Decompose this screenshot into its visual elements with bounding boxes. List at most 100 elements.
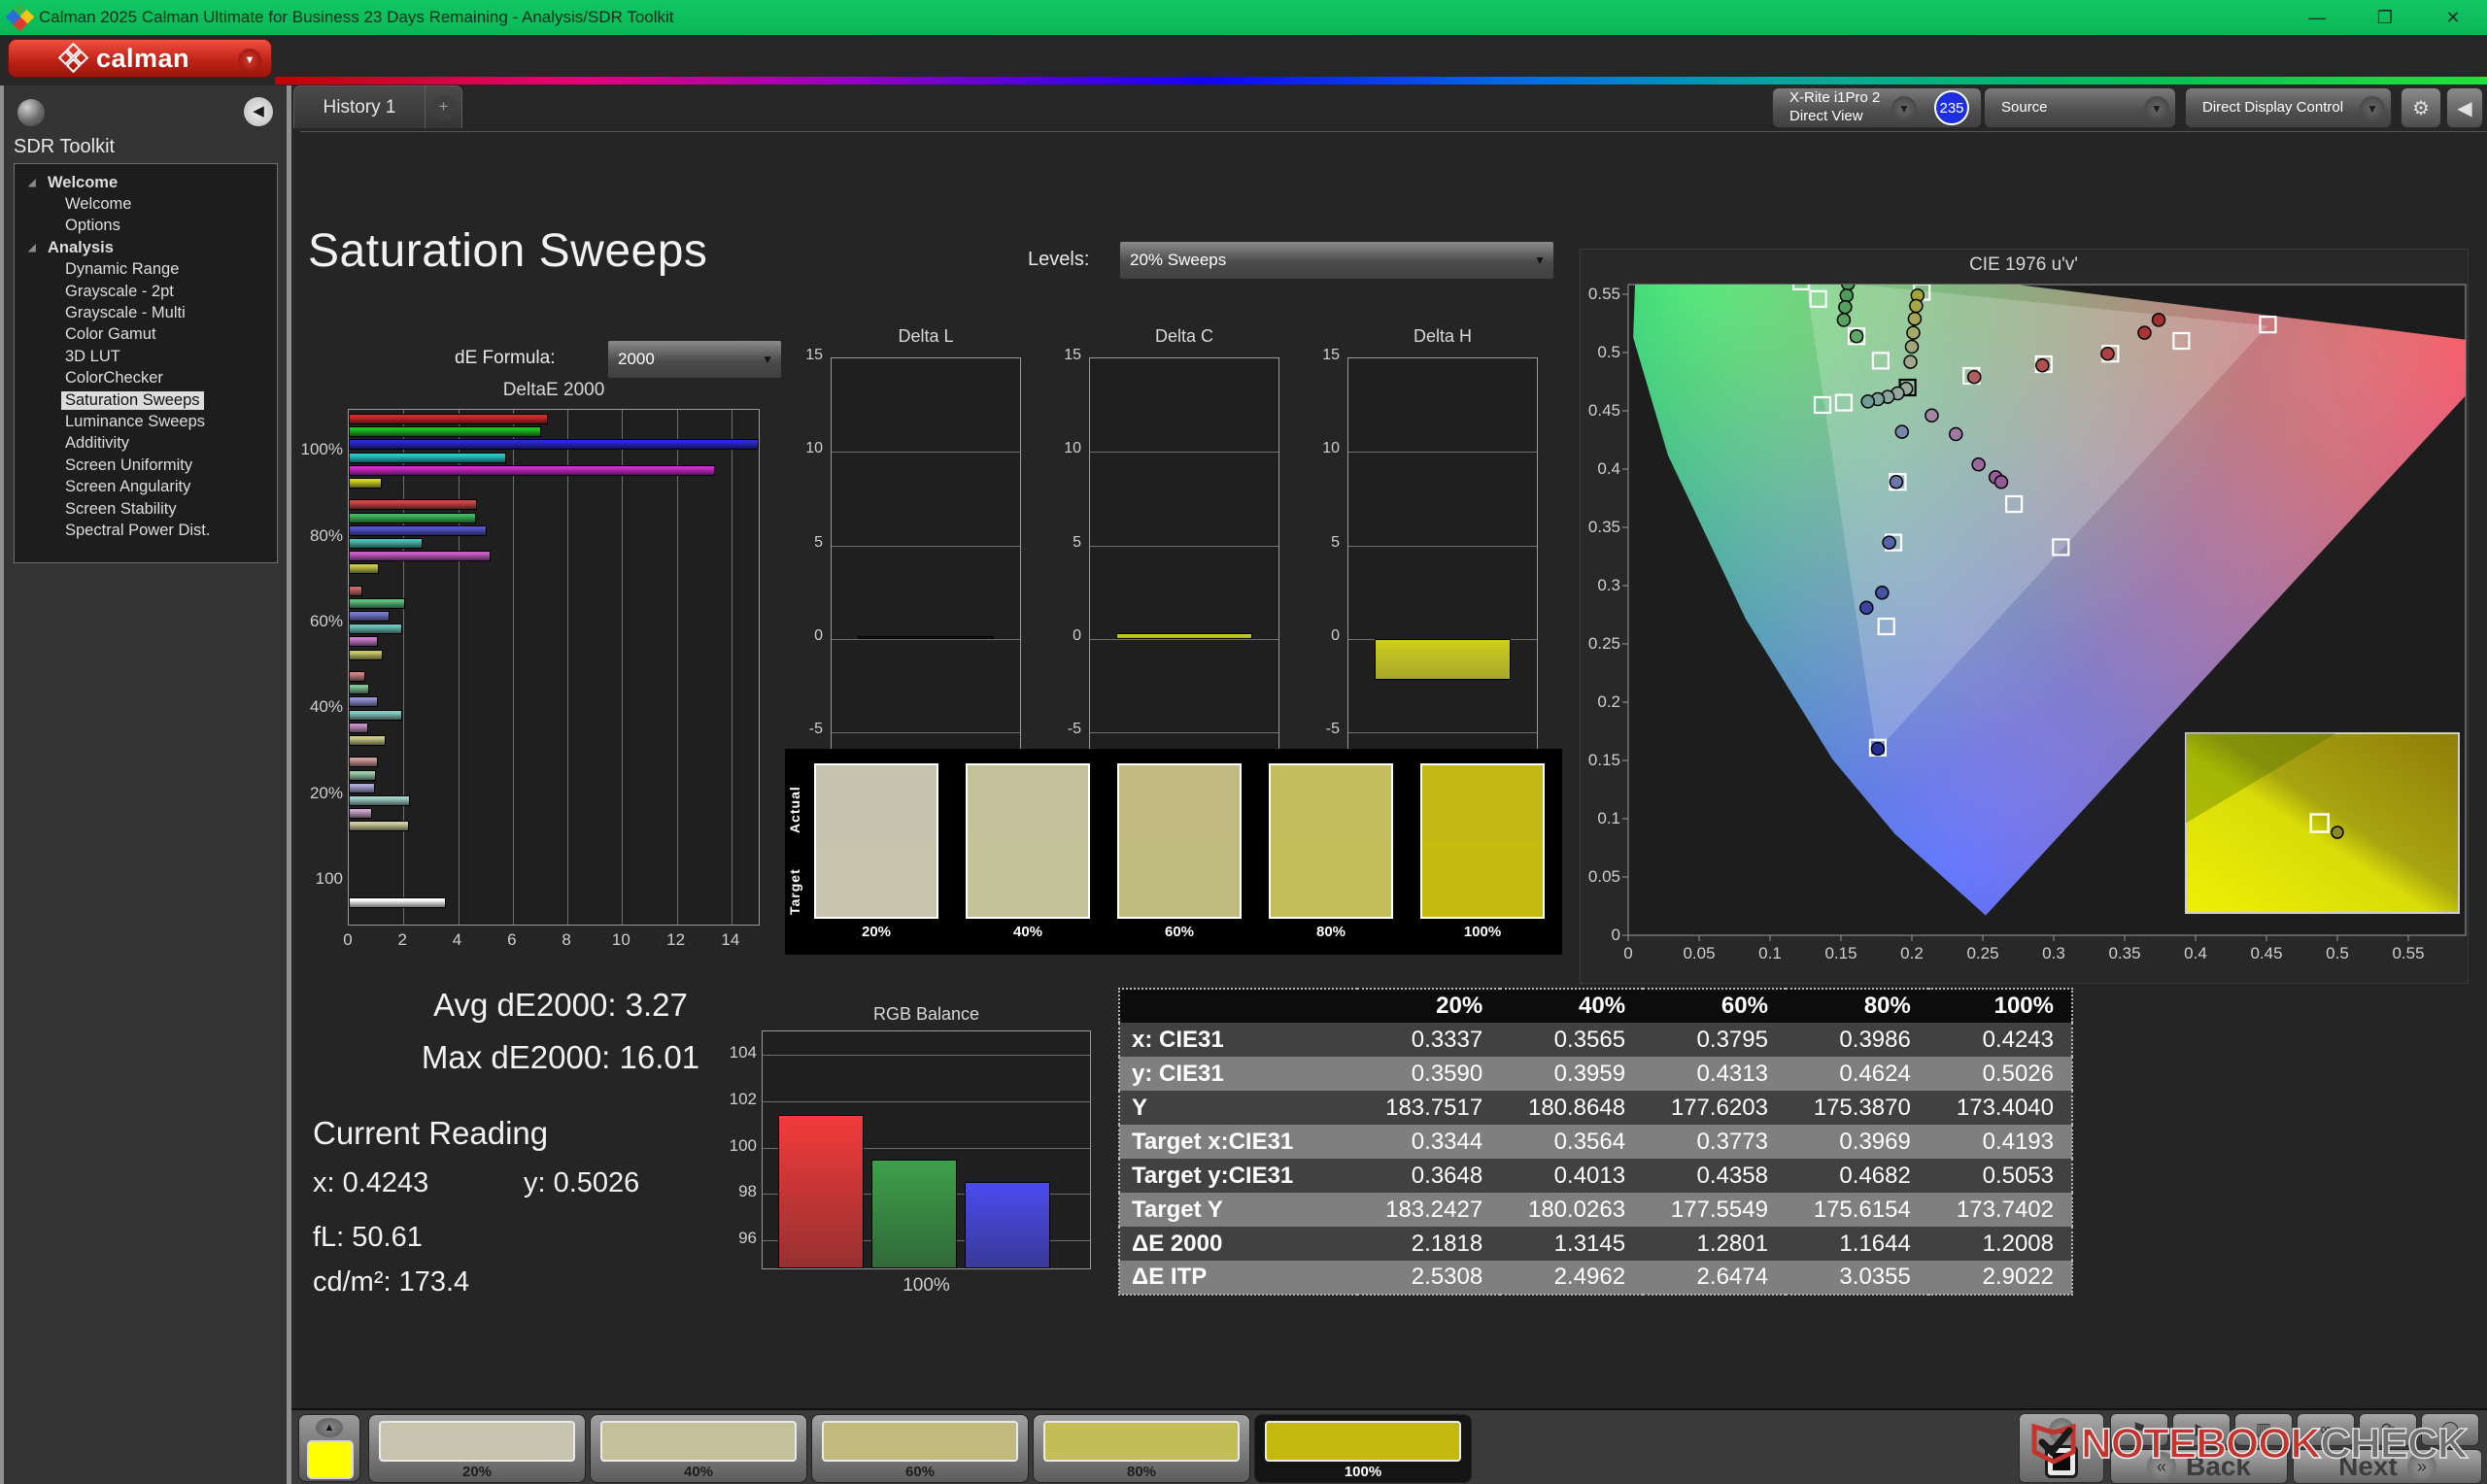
pattern-card-label: 40% [591,1464,806,1480]
sidebar-item-grayscale-multi[interactable]: Grayscale - Multi [15,302,277,323]
de-formula-dropdown[interactable]: 2000 ▼ [607,340,782,379]
sidebar-item-screen-stability[interactable]: Screen Stability [15,498,277,520]
actual-label: Actual [787,766,802,854]
title-bar: Calman 2025 Calman Ultimate for Business… [0,0,2487,35]
deltae-bar [349,735,386,746]
gridline [459,410,460,925]
swatch-target [816,841,937,917]
sidebar-item-additivity[interactable]: Additivity [15,433,277,455]
sidebar-title: SDR Toolkit [14,136,115,158]
rgb-bar-red [778,1115,864,1268]
sidebar-item-screen-uniformity[interactable]: Screen Uniformity [15,455,277,476]
pattern-card-100%[interactable]: 100% [1254,1414,1472,1483]
tree-expand-icon[interactable]: ◢ [28,178,42,188]
sidebar-item-luminance-sweeps[interactable]: Luminance Sweeps [15,411,277,432]
sidebar-item-colorchecker[interactable]: ColorChecker [15,368,277,389]
source-dropdown[interactable]: Source ▼ [1984,87,2176,128]
gridline [832,732,1020,733]
deltae-bar [349,499,477,510]
table-cell: 0.3969 [1786,1125,1928,1159]
y-tick-label: 10 [1046,440,1081,457]
sidebar-collapse-button[interactable]: ◀ [244,97,273,126]
gridline [832,639,1020,640]
table-row: Target Y183.2427180.0263177.5549175.6154… [1119,1193,2072,1227]
table-cell: 0.3590 [1357,1057,1500,1091]
deltae-bar [349,684,369,694]
table-cell: 0.3564 [1500,1125,1643,1159]
pattern-card-60%[interactable]: 60% [811,1414,1029,1483]
levels-dropdown[interactable]: 20% Sweeps ▼ [1119,241,1554,280]
measured-circle-marker [1950,428,1962,441]
deltae-bar [349,586,362,596]
sidebar-item-welcome[interactable]: Welcome [15,193,277,215]
refresh-button[interactable]: ⟳ [2359,1413,2417,1446]
delta-chart-title: Delta L [831,326,1021,347]
pattern-card-80%[interactable]: 80% [1033,1414,1250,1483]
row-label: x: CIE31 [1119,1023,1357,1057]
pattern-window-button[interactable]: ▲ [298,1414,360,1482]
table-cell: 0.4313 [1643,1057,1786,1091]
target-label: Target [787,850,802,933]
next-button[interactable]: Next » [2293,1449,2482,1484]
row-label: y: CIE31 [1119,1057,1357,1091]
sidebar-item-3d-lut[interactable]: 3D LUT [15,346,277,367]
calman-menu-button[interactable]: calman ▼ [8,39,272,78]
deltae-bar [349,723,368,733]
deltae-bar [349,551,491,561]
pattern-card-40%[interactable]: 40% [590,1414,807,1483]
y-tick-label: 98 [720,1182,757,1201]
stop-measure-button[interactable]: ▲ [2019,1413,2104,1483]
y-tick-label: 5 [788,534,823,552]
pattern-card-label: 80% [1034,1464,1249,1480]
back-label: Back [2186,1451,2251,1482]
back-button[interactable]: « Back [2110,1449,2288,1484]
measured-circle-marker [2153,314,2165,326]
svg-text:0.2: 0.2 [1900,944,1924,962]
sidebar: ◀ SDR Toolkit ◢WelcomeWelcomeOptions◢Ana… [0,85,291,1484]
svg-text:0.3: 0.3 [2042,944,2065,962]
x-tick-label: 0 [336,930,359,950]
workflow-tree: ◢WelcomeWelcomeOptions◢AnalysisDynamic R… [14,163,278,563]
svg-text:0.2: 0.2 [1597,692,1620,711]
measured-circle-marker [1968,371,1981,384]
gridline [1090,546,1278,547]
measured-circle-marker [2138,326,2151,339]
deltae-bar [349,598,405,609]
tree-expand-icon[interactable]: ◢ [28,243,42,253]
sidebar-item-dynamic-range[interactable]: Dynamic Range [15,259,277,281]
chart-button[interactable]: ▥ [2234,1413,2293,1446]
display-control-dropdown[interactable]: Direct Display Control ▼ [2185,87,2392,128]
sidebar-item-color-gamut[interactable]: Color Gamut [15,324,277,346]
sidebar-item-grayscale-2pt[interactable]: Grayscale - 2pt [15,281,277,302]
x-tick-label: 8 [555,930,578,950]
sidebar-item-welcome[interactable]: ◢Welcome [15,172,277,193]
sidebar-item-saturation-sweeps[interactable]: Saturation Sweeps [15,389,277,411]
gridline [1348,732,1537,733]
gridline [763,1055,1090,1056]
play-button[interactable]: ▶ [2172,1413,2231,1446]
table-row: ΔE ITP2.53082.49622.64743.03552.9022 [1119,1261,2072,1295]
pattern-card-swatch [379,1421,575,1462]
sidebar-item-spectral-power-dist-[interactable]: Spectral Power Dist. [15,520,277,541]
table-cell: 0.4624 [1786,1057,1928,1091]
table-header-row: 20%40%60%80%100% [1119,989,2072,1023]
restore-button[interactable]: ❐ [2351,0,2419,35]
svg-text:0.35: 0.35 [1588,518,1620,536]
meter-dropdown[interactable]: X-Rite i1Pro 2 Direct View ▼ 235 [1772,87,1982,128]
sidebar-item-options[interactable]: Options [15,216,277,237]
loop-button[interactable]: ∞ [2297,1413,2355,1446]
add-tab-button[interactable]: + [426,85,462,128]
settings-button[interactable]: ⚙ [2401,87,2441,128]
sidebar-item-analysis[interactable]: ◢Analysis [15,237,277,258]
measured-circle-marker [1890,476,1902,489]
flag-button[interactable]: ⚑ [2110,1413,2168,1446]
circle-button[interactable]: ◯ [2421,1413,2479,1446]
sidebar-item-label: Welcome [44,174,121,192]
tab-history-1[interactable]: History 1 [293,85,426,128]
sidebar-item-screen-angularity[interactable]: Screen Angularity [15,476,277,497]
workflow-options-button[interactable] [17,99,45,126]
close-button[interactable]: ✕ [2419,0,2487,35]
minimize-button[interactable]: — [2283,0,2351,35]
pattern-card-20%[interactable]: 20% [368,1414,586,1483]
collapse-panel-button[interactable]: ◀ [2446,87,2483,128]
